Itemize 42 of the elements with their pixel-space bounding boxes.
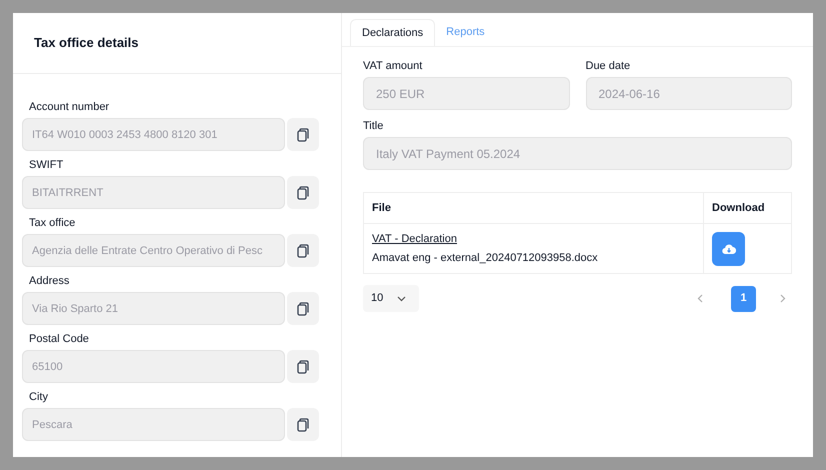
input-field[interactable]: Italy VAT Payment 05.2024	[363, 137, 792, 170]
file-link[interactable]: VAT - Declaration	[372, 231, 457, 248]
field-label: Title	[363, 119, 384, 133]
file-name: Amavat eng - external_20240712093958.docx	[372, 250, 599, 266]
input-field[interactable]: Pescara	[22, 408, 286, 441]
copy-button[interactable]	[287, 408, 319, 441]
field-label: Tax office	[28, 216, 76, 230]
field-label: City	[28, 390, 49, 404]
panel-title: Tax office details	[34, 34, 139, 52]
column-header: Download	[703, 193, 791, 223]
copy-icon	[297, 418, 310, 432]
input-field[interactable]: BITAITRRENT	[22, 176, 286, 209]
page-button[interactable]: 1	[731, 286, 756, 312]
column-header: File	[371, 200, 392, 216]
copy-icon	[297, 360, 310, 374]
field-label: Due date	[586, 59, 632, 73]
copy-icon	[297, 186, 310, 200]
copy-button[interactable]	[287, 176, 319, 209]
field-label: Address	[28, 274, 70, 288]
field-label: VAT amount	[363, 59, 424, 73]
copy-button[interactable]	[287, 350, 319, 383]
field-label: Account number	[28, 100, 110, 114]
chevron-down-icon	[397, 296, 406, 302]
cloud-download-icon	[722, 244, 736, 254]
input-field[interactable]: 65100	[22, 350, 286, 383]
input-field[interactable]: Agenzia delle Entrate Centro Operativo di Pesc	[22, 234, 286, 267]
copy-button[interactable]	[287, 234, 319, 267]
copy-button[interactable]	[287, 118, 319, 151]
input-field[interactable]: 250 EUR	[363, 77, 570, 110]
field-label: Postal Code	[28, 332, 90, 346]
tab[interactable]: Reports	[435, 19, 496, 46]
copy-button[interactable]	[287, 292, 319, 325]
input-field[interactable]: 2024-06-16	[586, 77, 792, 110]
page-size-select[interactable]: 10	[363, 285, 419, 312]
copy-icon	[297, 128, 310, 142]
copy-icon	[297, 302, 310, 316]
download-button[interactable]	[712, 232, 745, 266]
field-label: SWIFT	[28, 158, 64, 172]
copy-icon	[297, 244, 310, 258]
tab[interactable]: Declarations	[350, 19, 436, 46]
input-field[interactable]: Via Rio Sparto 21	[22, 292, 286, 325]
input-field[interactable]: IT64 W010 0003 2453 4800 8120 301	[22, 118, 286, 151]
